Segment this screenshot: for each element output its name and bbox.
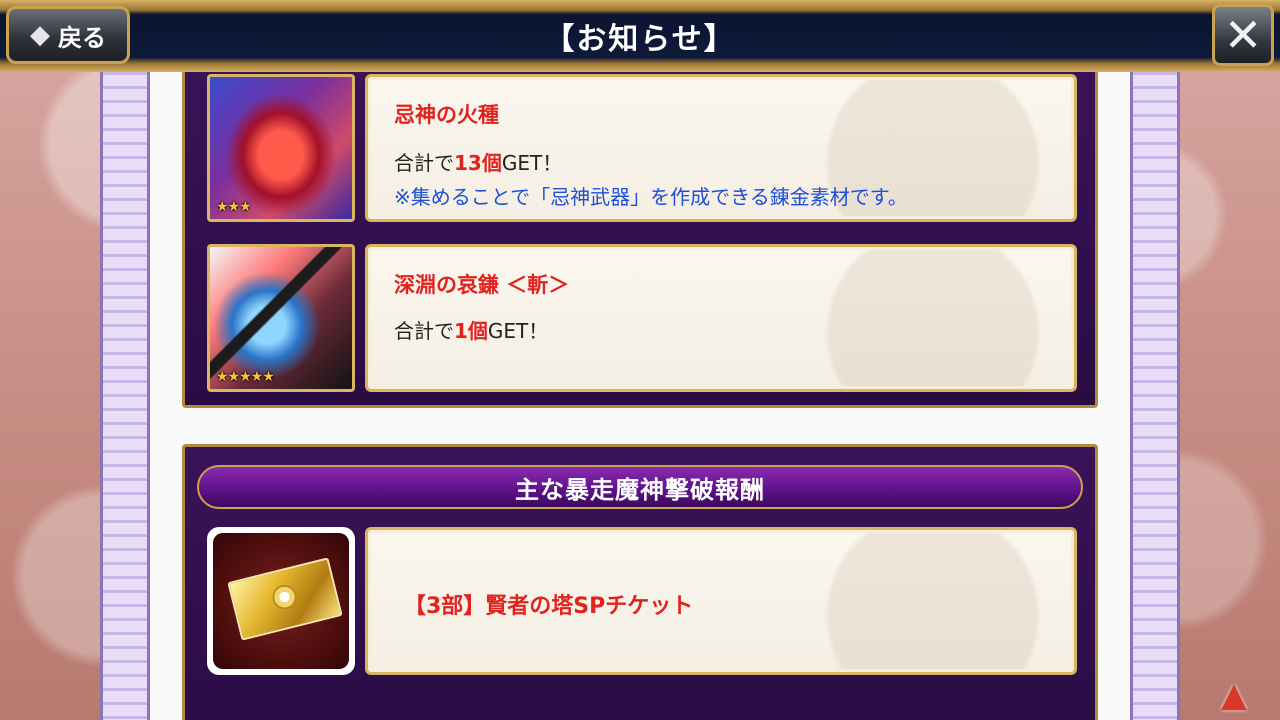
item-count-line: 合計で13個GET！ xyxy=(394,147,562,176)
item-count-line: 合計で1個GET！ xyxy=(394,315,548,344)
item-card: 深淵の哀鎌 ＜斬＞ 合計で1個GET！ xyxy=(365,244,1077,392)
item-card: 忌神の火種 合計で13個GET！ ※集めることで「忌神武器」を作成できる錬金素材… xyxy=(365,74,1077,222)
rarity-stars: ★★★★★ xyxy=(216,369,275,385)
rarity-stars: ★★★ xyxy=(216,199,252,215)
panel-rail-right xyxy=(1130,72,1180,720)
panel-rail-left xyxy=(100,72,150,720)
page-title: 【お知らせ】 xyxy=(544,22,736,57)
item-section: ★★★ 忌神の火種 合計で13個GET！ ※集めることで「忌神武器」を作成できる… xyxy=(182,72,1098,408)
list-item: 【3部】賢者の塔SPチケット xyxy=(207,527,1077,677)
reward-name: 【3部】賢者の塔SPチケット xyxy=(404,594,694,619)
list-item: ★★★★★ 深淵の哀鎌 ＜斬＞ 合計で1個GET！ xyxy=(207,244,1077,394)
item-note: ※集めることで「忌神武器」を作成できる錬金素材です。 xyxy=(394,185,908,209)
count-suffix: GET！ xyxy=(501,151,563,175)
rewards-section: 主な暴走魔神撃破報酬 【3部】賢者の塔SPチケット xyxy=(182,444,1098,720)
count-suffix: GET！ xyxy=(487,319,549,343)
notice-content[interactable]: ★★★ 忌神の火種 合計で13個GET！ ※集めることで「忌神武器」を作成できる… xyxy=(150,72,1130,720)
top-bar: ◆ 戻る 【お知らせ】 ✕ xyxy=(0,0,1280,72)
rewards-banner: 主な暴走魔神撃破報酬 xyxy=(197,465,1083,509)
close-icon: ✕ xyxy=(1223,8,1263,62)
item-name: 深淵の哀鎌 ＜斬＞ xyxy=(394,273,570,297)
count-prefix: 合計で xyxy=(394,319,454,343)
list-item: ★★★ 忌神の火種 合計で13個GET！ ※集めることで「忌神武器」を作成できる… xyxy=(207,74,1077,224)
item-image-ticket xyxy=(207,527,355,675)
count-prefix: 合計で xyxy=(394,151,454,175)
item-count: 1個 xyxy=(454,319,488,343)
item-count: 13個 xyxy=(454,151,502,175)
reward-card: 【3部】賢者の塔SPチケット xyxy=(365,527,1077,675)
scroll-to-top-button[interactable]: ▲ xyxy=(1210,678,1258,712)
close-button[interactable]: ✕ xyxy=(1212,4,1274,66)
item-image-flame: ★★★ xyxy=(207,74,355,222)
item-image-scythe: ★★★★★ xyxy=(207,244,355,392)
item-name: 忌神の火種 xyxy=(394,103,499,127)
chevron-up-icon: ▲ xyxy=(1220,675,1248,715)
